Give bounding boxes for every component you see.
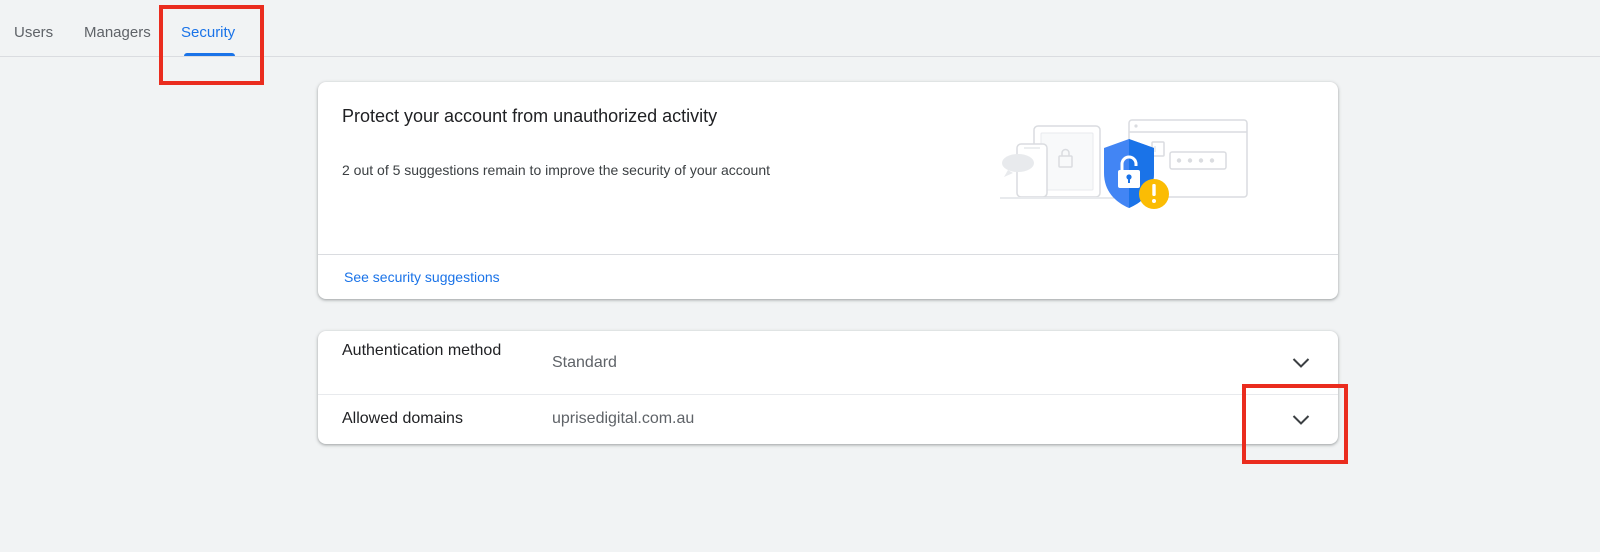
- tab-bar: Users Managers Security: [0, 0, 1600, 57]
- chevron-down-icon[interactable]: [1292, 357, 1310, 369]
- authentication-method-row[interactable]: Authentication method Standard: [318, 331, 1338, 395]
- authentication-method-value: Standard: [552, 354, 617, 371]
- card-subtitle: 2 out of 5 suggestions remain to improve…: [342, 162, 771, 178]
- security-suggestions-card: Protect your account from unauthorized a…: [318, 82, 1338, 299]
- allowed-domains-label: Allowed domains: [342, 410, 463, 427]
- card-title: Protect your account from unauthorized a…: [342, 106, 718, 126]
- authentication-method-label: Authentication method: [342, 342, 502, 359]
- tab-security[interactable]: Security: [181, 0, 235, 57]
- security-settings-card: Authentication method Standard Allowed d…: [318, 331, 1338, 444]
- tab-users[interactable]: Users: [14, 0, 53, 57]
- allowed-domains-row[interactable]: Allowed domains uprisedigital.com.au: [318, 395, 1338, 444]
- active-tab-indicator: [184, 53, 235, 56]
- see-security-suggestions-link[interactable]: See security suggestions: [344, 269, 500, 285]
- chevron-down-icon[interactable]: [1292, 414, 1310, 426]
- allowed-domains-value: uprisedigital.com.au: [552, 410, 695, 427]
- security-shield-illustration: [1000, 119, 1248, 209]
- card-divider: [318, 254, 1338, 255]
- tab-managers[interactable]: Managers: [84, 0, 151, 57]
